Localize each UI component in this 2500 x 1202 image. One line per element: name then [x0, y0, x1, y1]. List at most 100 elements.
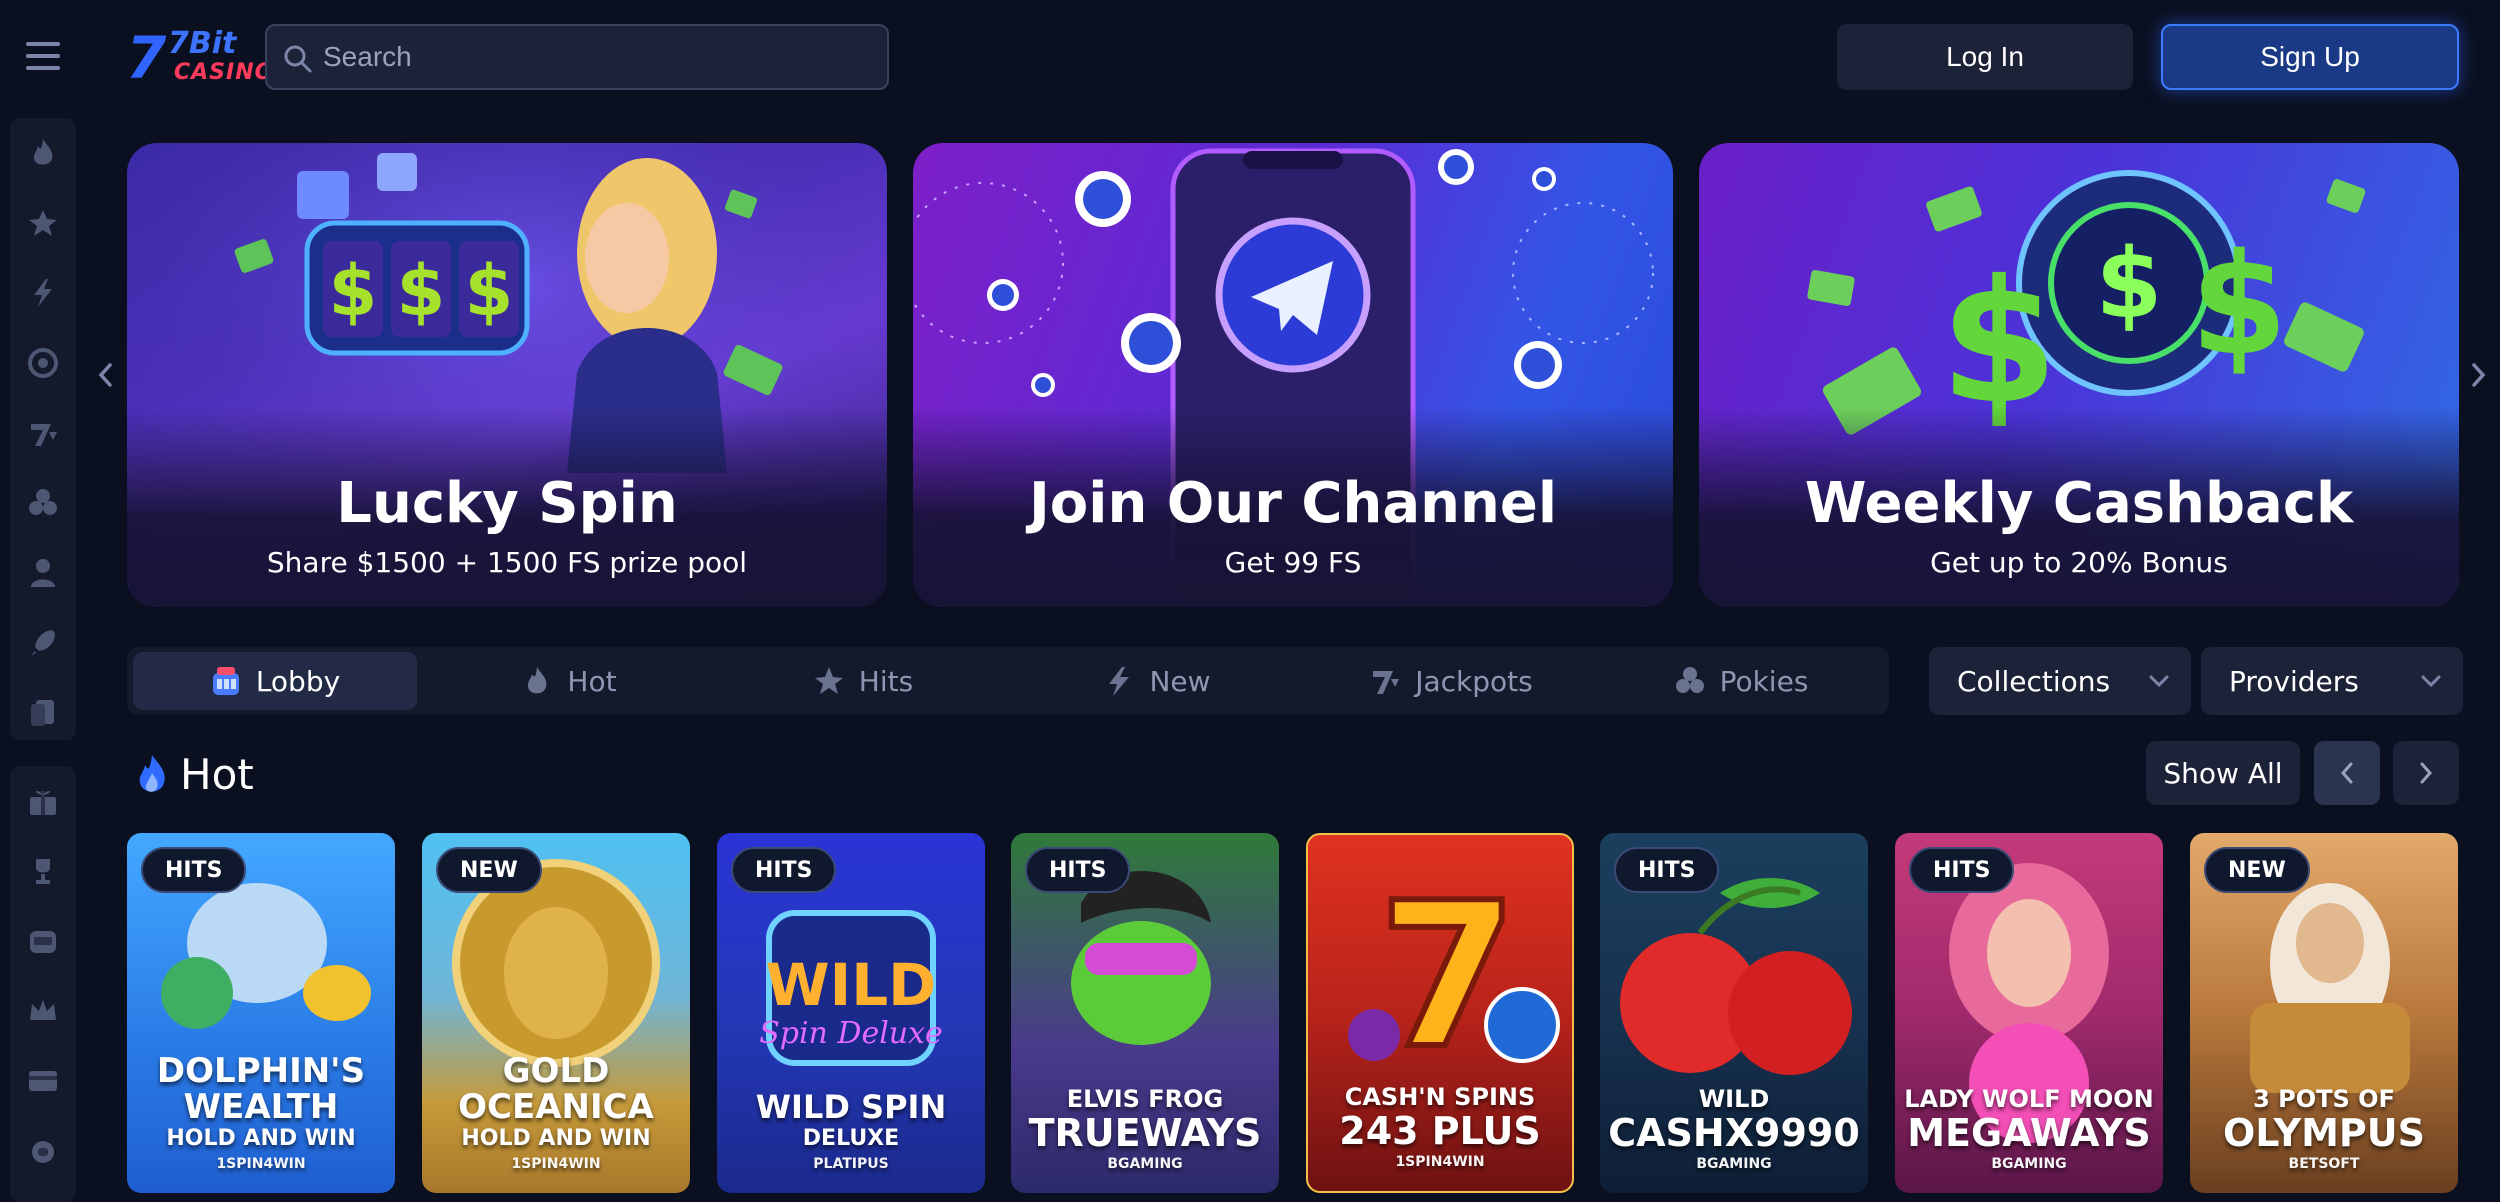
game-badge: HITS [1909, 847, 2015, 893]
trophy-icon[interactable] [10, 836, 76, 906]
tab-hot[interactable]: Hot [427, 652, 711, 710]
jackpot-icon[interactable] [10, 398, 76, 468]
providers-dropdown[interactable]: Providers [2201, 647, 2463, 715]
rocket-icon[interactable] [10, 608, 76, 678]
banner-weekly-cashback[interactable]: $ $ $ Weekly Cashback Get up to 20% Bonu… [1699, 143, 2459, 607]
game-name: WILD SPIN [755, 1088, 947, 1126]
jackpot-icon [1373, 671, 1400, 694]
banner-lucky-spin[interactable]: $ $ $ Lucky Spin Share $1500 + 1500 FS p… [127, 143, 887, 607]
game-subtitle: HOLD AND WIN [461, 1126, 651, 1151]
game-title: ELVIS FROG TRUEWAYS BGAMING [1011, 1085, 1279, 1175]
game-title: DOLPHIN'S WEALTH HOLD AND WIN 1SPIN4WIN [127, 1053, 395, 1175]
game-badge: HITS [731, 847, 837, 893]
tab-new[interactable]: New [1015, 652, 1299, 710]
svg-text:$: $ [2096, 228, 2163, 340]
game-provider: 1SPIN4WIN [1395, 1154, 1485, 1170]
sidebar-categories [10, 118, 76, 740]
chevron-left-icon [2340, 762, 2353, 784]
svg-text:$: $ [2190, 224, 2287, 387]
tab-lobby[interactable]: Lobby [133, 652, 417, 710]
crown-icon[interactable] [10, 976, 76, 1046]
chevron-down-icon [2149, 675, 2169, 688]
lightning-icon[interactable] [10, 258, 76, 328]
game-provider: BETSOFT [2288, 1156, 2360, 1172]
game-card-elvis-frog[interactable]: HITS ELVIS FROG TRUEWAYS BGAMING [1011, 833, 1279, 1193]
slot-machine-icon[interactable] [10, 906, 76, 976]
game-provider: BGAMING [1696, 1156, 1772, 1172]
support-icon[interactable] [10, 1116, 76, 1186]
game-card-wild-cashx9990[interactable]: HITS WILD CASHX9990 BGAMING [1600, 833, 1868, 1193]
menu-icon[interactable] [26, 42, 60, 70]
banner-title: Lucky Spin [336, 471, 678, 536]
svg-text:$: $ [329, 250, 378, 332]
logo-seven: 7 [126, 24, 166, 92]
game-provider: BGAMING [1107, 1156, 1183, 1172]
search-icon [284, 45, 312, 73]
svg-text:$: $ [465, 250, 514, 332]
game-provider: BGAMING [1991, 1156, 2067, 1172]
credit-card-icon[interactable] [10, 1046, 76, 1116]
flame-icon [139, 755, 165, 792]
game-card-lady-wolf-moon[interactable]: HITS LADY WOLF MOON MEGAWAYS BGAMING [1895, 833, 2163, 1193]
prev-button[interactable] [2314, 741, 2380, 805]
tab-label: New [1149, 664, 1211, 698]
game-card-dolphins-wealth[interactable]: HITS DOLPHIN'S WEALTH HOLD AND WIN 1SPIN… [127, 833, 395, 1193]
banner-subtitle: Get up to 20% Bonus [1930, 546, 2228, 579]
game-badge: NEW [436, 847, 542, 893]
tab-label: Pokies [1719, 664, 1809, 698]
logo-casino: CASINO [174, 60, 275, 85]
tab-label: Jackpots [1415, 664, 1533, 698]
game-name: DOLPHIN'S WEALTH [156, 1051, 366, 1127]
tab-label: Hits [858, 664, 914, 698]
lobby-icon [212, 667, 239, 695]
game-badge: HITS [1614, 847, 1720, 893]
star-icon[interactable] [10, 188, 76, 258]
flame-icon[interactable] [10, 118, 76, 188]
banner-subtitle: Get 99 FS [1224, 546, 1362, 579]
banner-join-channel[interactable]: Join Our Channel Get 99 FS [913, 143, 1673, 607]
lightning-icon [1109, 667, 1130, 696]
search-box[interactable] [265, 24, 889, 90]
game-badge: HITS [1025, 847, 1131, 893]
carousel-next-icon[interactable] [2466, 360, 2490, 390]
banner-title: Weekly Cashback [1804, 471, 2354, 536]
game-name-top: CASH'N SPINS [1344, 1083, 1536, 1111]
target-icon[interactable] [10, 328, 76, 398]
svg-text:$: $ [397, 250, 446, 332]
show-all-button[interactable]: Show All [2146, 741, 2300, 805]
game-title: 3 POTS OF OLYMPUS BETSOFT [2190, 1085, 2458, 1175]
game-card-wild-spin[interactable]: WILD Spin Deluxe HITS WILD SPIN DELUXE PL… [717, 833, 985, 1193]
banner-subtitle: Share $1500 + 1500 FS prize pool [266, 546, 748, 579]
logo-bit: 7Bit [168, 26, 237, 61]
svg-text:7: 7 [1378, 860, 1517, 1093]
game-card-gold-oceanica[interactable]: NEW GOLD OCEANICA HOLD AND WIN 1SPIN4WIN [422, 833, 690, 1193]
game-title: GOLD OCEANICA HOLD AND WIN 1SPIN4WIN [422, 1053, 690, 1175]
gift-icon[interactable] [10, 766, 76, 836]
signup-button[interactable]: Sign Up [2161, 24, 2459, 90]
game-name: OLYMPUS [2222, 1111, 2425, 1155]
game-card-3-pots-of-olympus[interactable]: NEW 3 POTS OF OLYMPUS BETSOFT [2190, 833, 2458, 1193]
dealer-icon[interactable] [10, 538, 76, 608]
tab-jackpots[interactable]: Jackpots [1309, 652, 1593, 710]
sidebar-extras [10, 766, 76, 1202]
collections-dropdown[interactable]: Collections [1929, 647, 2191, 715]
game-subtitle: DELUXE [802, 1126, 900, 1151]
tab-pokies[interactable]: Pokies [1599, 652, 1883, 710]
tab-hits[interactable]: Hits [721, 652, 1005, 710]
search-input[interactable] [323, 26, 873, 88]
svg-text:WILD: WILD [766, 951, 937, 1019]
game-provider: 1SPIN4WIN [216, 1156, 306, 1172]
clover-icon[interactable] [10, 468, 76, 538]
logo[interactable]: 7 7Bit CASINO [126, 24, 273, 92]
tab-label: Hot [567, 664, 617, 698]
next-button[interactable] [2393, 741, 2459, 805]
cards-icon[interactable] [10, 678, 76, 748]
star-icon [814, 667, 843, 694]
game-card-cash-n-spins[interactable]: 7 CASH'N SPINS 243 PLUS 1SPIN4WIN [1306, 833, 1574, 1193]
section-title: Hot [180, 750, 254, 799]
tab-label: Lobby [255, 664, 341, 698]
carousel-prev-icon[interactable] [94, 360, 118, 390]
dropdown-label: Providers [2229, 664, 2359, 698]
login-button[interactable]: Log In [1837, 24, 2133, 90]
game-subtitle: HOLD AND WIN [166, 1126, 356, 1151]
